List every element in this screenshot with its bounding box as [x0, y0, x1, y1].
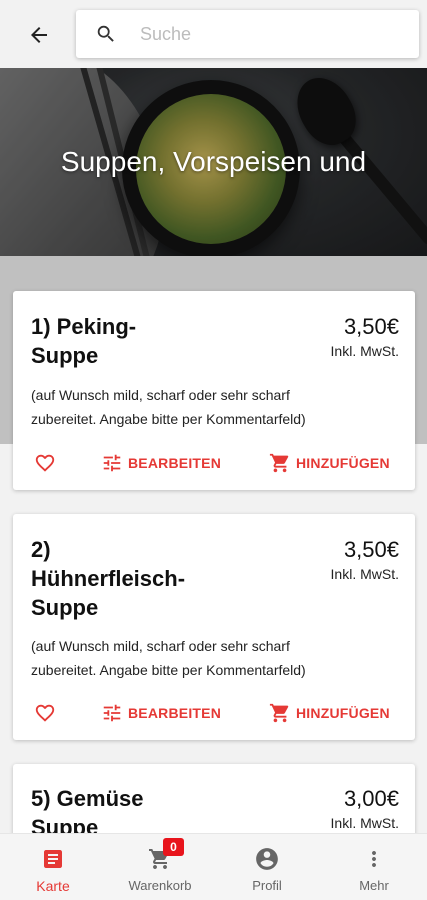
product-tax-note: Inkl. MwSt. [330, 566, 399, 582]
top-app-bar [0, 0, 427, 68]
add-button-label: HINZUFÜGEN [296, 455, 390, 471]
edit-button[interactable]: BEARBEITEN [101, 449, 221, 477]
product-name-line: 2) [31, 537, 51, 562]
product-description-line: zubereitet. Angabe bitte per Kommentarfe… [31, 411, 306, 427]
edit-button-label: BEARBEITEN [128, 705, 222, 721]
cart-count-badge: 0 [163, 838, 184, 856]
product-description-line: (auf Wunsch mild, scharf oder sehr schar… [31, 638, 290, 654]
product-description: (auf Wunsch mild, scharf oder sehr schar… [31, 383, 401, 431]
bottom-navigation: Karte 0 Warenkorb Profil Mehr [0, 833, 427, 900]
product-card[interactable]: 2) Hühnerfleisch- Suppe 3,50€ Inkl. MwSt… [13, 514, 415, 740]
category-banner: Suppen, Vorspeisen und [0, 68, 427, 256]
nav-label: Karte [36, 878, 70, 894]
add-to-cart-button[interactable]: HINZUFÜGEN [269, 449, 390, 477]
product-name-line: Suppe [31, 343, 99, 368]
cart-add-icon [269, 703, 289, 723]
product-name: 2) Hühnerfleisch- Suppe [31, 535, 231, 622]
edit-button[interactable]: BEARBEITEN [101, 699, 221, 727]
tune-icon [103, 704, 121, 722]
nav-item-profil[interactable]: Profil [214, 834, 320, 900]
product-name-line: Suppe [31, 595, 99, 620]
edit-button-label: BEARBEITEN [128, 455, 222, 471]
nav-item-warenkorb[interactable]: 0 Warenkorb [107, 834, 213, 900]
favorite-button[interactable] [33, 701, 57, 725]
product-actions: BEARBEITEN HINZUFÜGEN [13, 699, 415, 729]
product-name: 1) Peking- Suppe [31, 312, 231, 370]
nav-label: Profil [252, 878, 282, 893]
shopping-cart-icon: 0 [147, 838, 184, 872]
tune-icon [103, 454, 121, 472]
product-card[interactable]: 1) Peking- Suppe 3,50€ Inkl. MwSt. (auf … [13, 291, 415, 490]
arrow-left-icon [31, 27, 47, 43]
product-name-line: Hühnerfleisch- [31, 566, 186, 591]
product-tax-note: Inkl. MwSt. [330, 343, 399, 359]
product-price: 3,00€ [343, 786, 399, 811]
heart-outline-icon [35, 454, 55, 472]
nav-label: Mehr [359, 878, 389, 893]
search-bar[interactable] [76, 10, 419, 58]
product-name-line: 5) Gemüse [31, 786, 144, 811]
nav-item-karte[interactable]: Karte [0, 834, 106, 900]
product-tax-note: Inkl. MwSt. [330, 815, 399, 831]
heart-outline-icon [35, 704, 55, 722]
product-price: 3,50€ [343, 314, 399, 339]
product-price: 3,50€ [343, 537, 399, 562]
search-input[interactable] [140, 23, 390, 45]
add-button-label: HINZUFÜGEN [296, 705, 390, 721]
product-description-line: (auf Wunsch mild, scharf oder sehr schar… [31, 387, 290, 403]
nav-label: Warenkorb [128, 878, 192, 893]
menu-card-icon [40, 846, 66, 872]
nav-item-mehr[interactable]: Mehr [321, 834, 427, 900]
favorite-button[interactable] [33, 451, 57, 475]
account-circle-icon [254, 846, 280, 872]
cart-add-icon [269, 453, 289, 473]
product-actions: BEARBEITEN HINZUFÜGEN [13, 449, 415, 479]
search-icon [94, 22, 118, 46]
add-to-cart-button[interactable]: HINZUFÜGEN [269, 699, 390, 727]
product-description: (auf Wunsch mild, scharf oder sehr schar… [31, 634, 401, 682]
more-vertical-icon [361, 846, 387, 872]
product-name-line: 1) Peking- [31, 314, 137, 339]
back-button[interactable] [22, 18, 56, 52]
category-title: Suppen, Vorspeisen und [60, 146, 367, 177]
product-description-line: zubereitet. Angabe bitte per Kommentarfe… [31, 662, 306, 678]
